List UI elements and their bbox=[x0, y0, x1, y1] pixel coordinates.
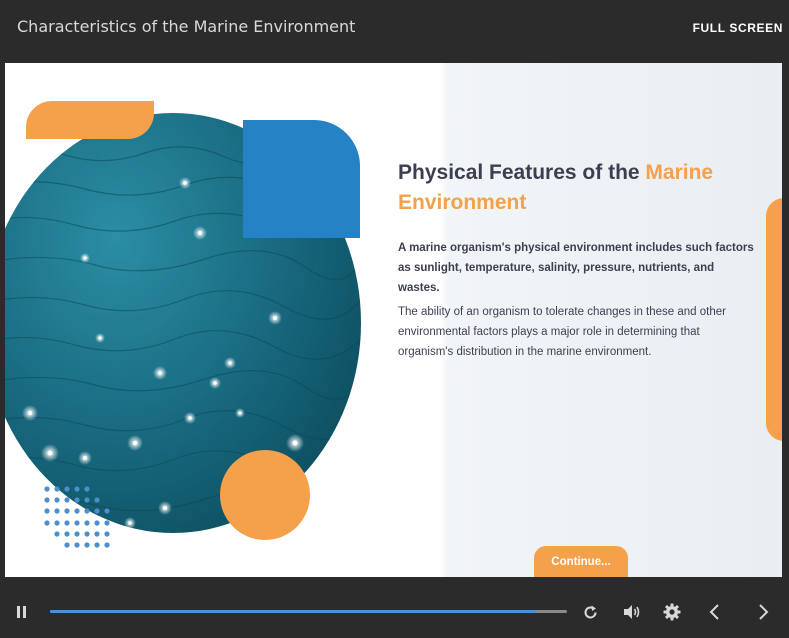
chevron-left-icon[interactable] bbox=[708, 603, 722, 621]
chevron-right-icon[interactable] bbox=[756, 603, 770, 621]
body-paragraph: The ability of an organism to tolerate c… bbox=[398, 306, 726, 358]
decorative-orange-circle bbox=[220, 450, 310, 540]
full-screen-button[interactable]: FULL SCREEN bbox=[693, 21, 783, 35]
heading-text: Physical Features of the bbox=[398, 161, 646, 184]
slide-canvas: Physical Features of the Marine Environm… bbox=[5, 63, 782, 577]
decorative-dot-grid bbox=[44, 486, 110, 548]
decorative-side-tab bbox=[766, 198, 782, 441]
volume-icon[interactable] bbox=[622, 603, 642, 621]
progress-bar[interactable] bbox=[50, 610, 567, 613]
progress-fill bbox=[50, 610, 536, 613]
course-title: Characteristics of the Marine Environmen… bbox=[17, 17, 356, 36]
decorative-blue-shape bbox=[243, 120, 360, 238]
player-controls bbox=[0, 578, 789, 638]
replay-icon[interactable] bbox=[582, 604, 599, 621]
decorative-orange-tab bbox=[26, 101, 154, 139]
pause-icon[interactable] bbox=[15, 605, 29, 619]
player-header: Characteristics of the Marine Environmen… bbox=[0, 0, 789, 62]
continue-button[interactable]: Continue... bbox=[534, 546, 628, 577]
intro-paragraph: A marine organism's physical environment… bbox=[398, 242, 754, 294]
slide-heading: Physical Features of the Marine Environm… bbox=[398, 158, 758, 218]
gear-icon[interactable] bbox=[663, 603, 681, 621]
